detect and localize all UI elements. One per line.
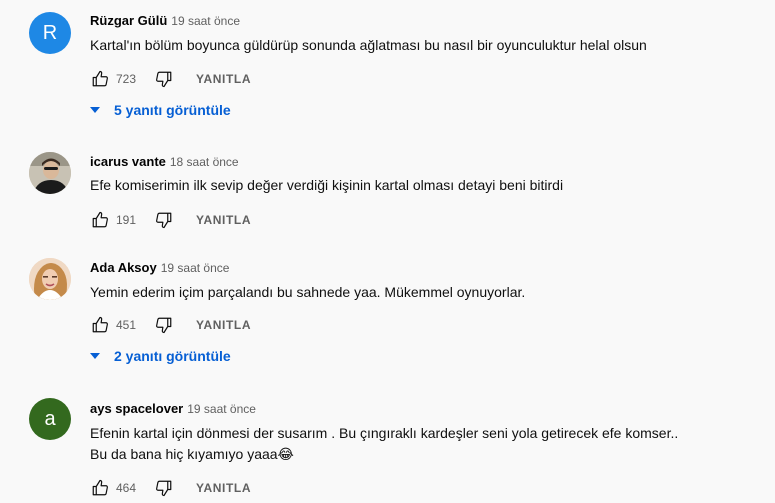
comment-time[interactable]: 19 saat önce xyxy=(171,14,240,28)
comment-author[interactable]: icarus vante xyxy=(90,154,166,169)
comment-text: Kartal'ın bölüm boyunca güldürüp sonunda… xyxy=(90,35,750,56)
dislike-button[interactable] xyxy=(154,210,174,230)
comment-actions: 723 YANITLA xyxy=(90,69,251,89)
view-replies-label: 5 yanıtı görüntüle xyxy=(114,102,231,118)
reply-button[interactable]: YANITLA xyxy=(196,213,251,227)
thumbs-down-icon xyxy=(156,71,172,88)
thumbs-down-icon xyxy=(156,480,172,497)
comment-author[interactable]: Ada Aksoy xyxy=(90,260,157,275)
comment-text: Efe komiserimin ilk sevip değer verdiği … xyxy=(90,175,750,196)
comment-actions: 191 YANITLA xyxy=(90,210,251,230)
dislike-button[interactable] xyxy=(154,315,174,335)
comment-actions: 451 YANITLA xyxy=(90,315,251,335)
like-button[interactable] xyxy=(90,210,110,230)
comment-text-line: Kartal'ın bölüm boyunca güldürüp sonunda… xyxy=(90,37,647,53)
thumbs-up-icon xyxy=(92,316,108,333)
view-replies-label: 2 yanıtı görüntüle xyxy=(114,348,231,364)
reply-button[interactable]: YANITLA xyxy=(196,481,251,495)
triangle-down-icon xyxy=(90,353,100,359)
reply-button[interactable]: YANITLA xyxy=(196,318,251,332)
dislike-button[interactable] xyxy=(154,69,174,89)
like-count: 723 xyxy=(116,72,137,86)
reply-button[interactable]: YANITLA xyxy=(196,72,251,86)
comment-time[interactable]: 18 saat önce xyxy=(170,155,239,169)
comment-header: icarus vante 18 saat önce xyxy=(90,153,239,171)
like-count: 464 xyxy=(116,481,137,495)
like-count: 451 xyxy=(116,318,137,332)
like-button[interactable] xyxy=(90,315,110,335)
comment-time[interactable]: 19 saat önce xyxy=(187,402,256,416)
comment-text-line: Bu da bana hiç kıyamıyo yaaa😂 xyxy=(90,446,294,462)
comment-text: Efenin kartal için dönmesi der susarım .… xyxy=(90,423,750,465)
thumbs-down-icon xyxy=(156,212,172,229)
comment-header: Rüzgar Gülü 19 saat önce xyxy=(90,12,240,30)
avatar[interactable] xyxy=(29,258,71,300)
comment-text-line: Efe komiserimin ilk sevip değer verdiği … xyxy=(90,177,564,193)
comment-author[interactable]: Rüzgar Gülü xyxy=(90,13,167,28)
comment-text: Yemin ederim içim parçalandı bu sahnede … xyxy=(90,282,750,303)
avatar-letter: a xyxy=(44,407,56,430)
comment-text-line: Efenin kartal için dönmesi der susarım .… xyxy=(90,425,679,441)
dislike-button[interactable] xyxy=(154,478,174,498)
view-replies-button[interactable]: 5 yanıtı görüntüle xyxy=(88,102,231,118)
triangle-down-icon xyxy=(90,107,100,113)
comment-actions: 464 YANITLA xyxy=(90,478,251,498)
comment-text-line: Yemin ederim içim parçalandı bu sahnede … xyxy=(90,284,526,300)
view-replies-button[interactable]: 2 yanıtı görüntüle xyxy=(88,348,231,364)
like-count: 191 xyxy=(116,213,137,227)
avatar-photo xyxy=(29,152,71,194)
like-button[interactable] xyxy=(90,478,110,498)
comment-header: ays spacelover 19 saat önce xyxy=(90,400,256,418)
thumbs-up-icon xyxy=(92,479,108,496)
avatar[interactable]: a xyxy=(29,398,71,440)
thumbs-up-icon xyxy=(92,211,108,228)
comment-header: Ada Aksoy 19 saat önce xyxy=(90,259,229,277)
avatar-letter: R xyxy=(42,21,58,44)
thumbs-down-icon xyxy=(156,317,172,334)
thumbs-up-icon xyxy=(92,70,108,87)
comment-time[interactable]: 19 saat önce xyxy=(161,261,230,275)
like-button[interactable] xyxy=(90,69,110,89)
avatar[interactable]: R xyxy=(29,12,71,54)
comment-author[interactable]: ays spacelover xyxy=(90,401,183,416)
avatar-photo xyxy=(29,258,71,300)
avatar[interactable] xyxy=(29,152,71,194)
